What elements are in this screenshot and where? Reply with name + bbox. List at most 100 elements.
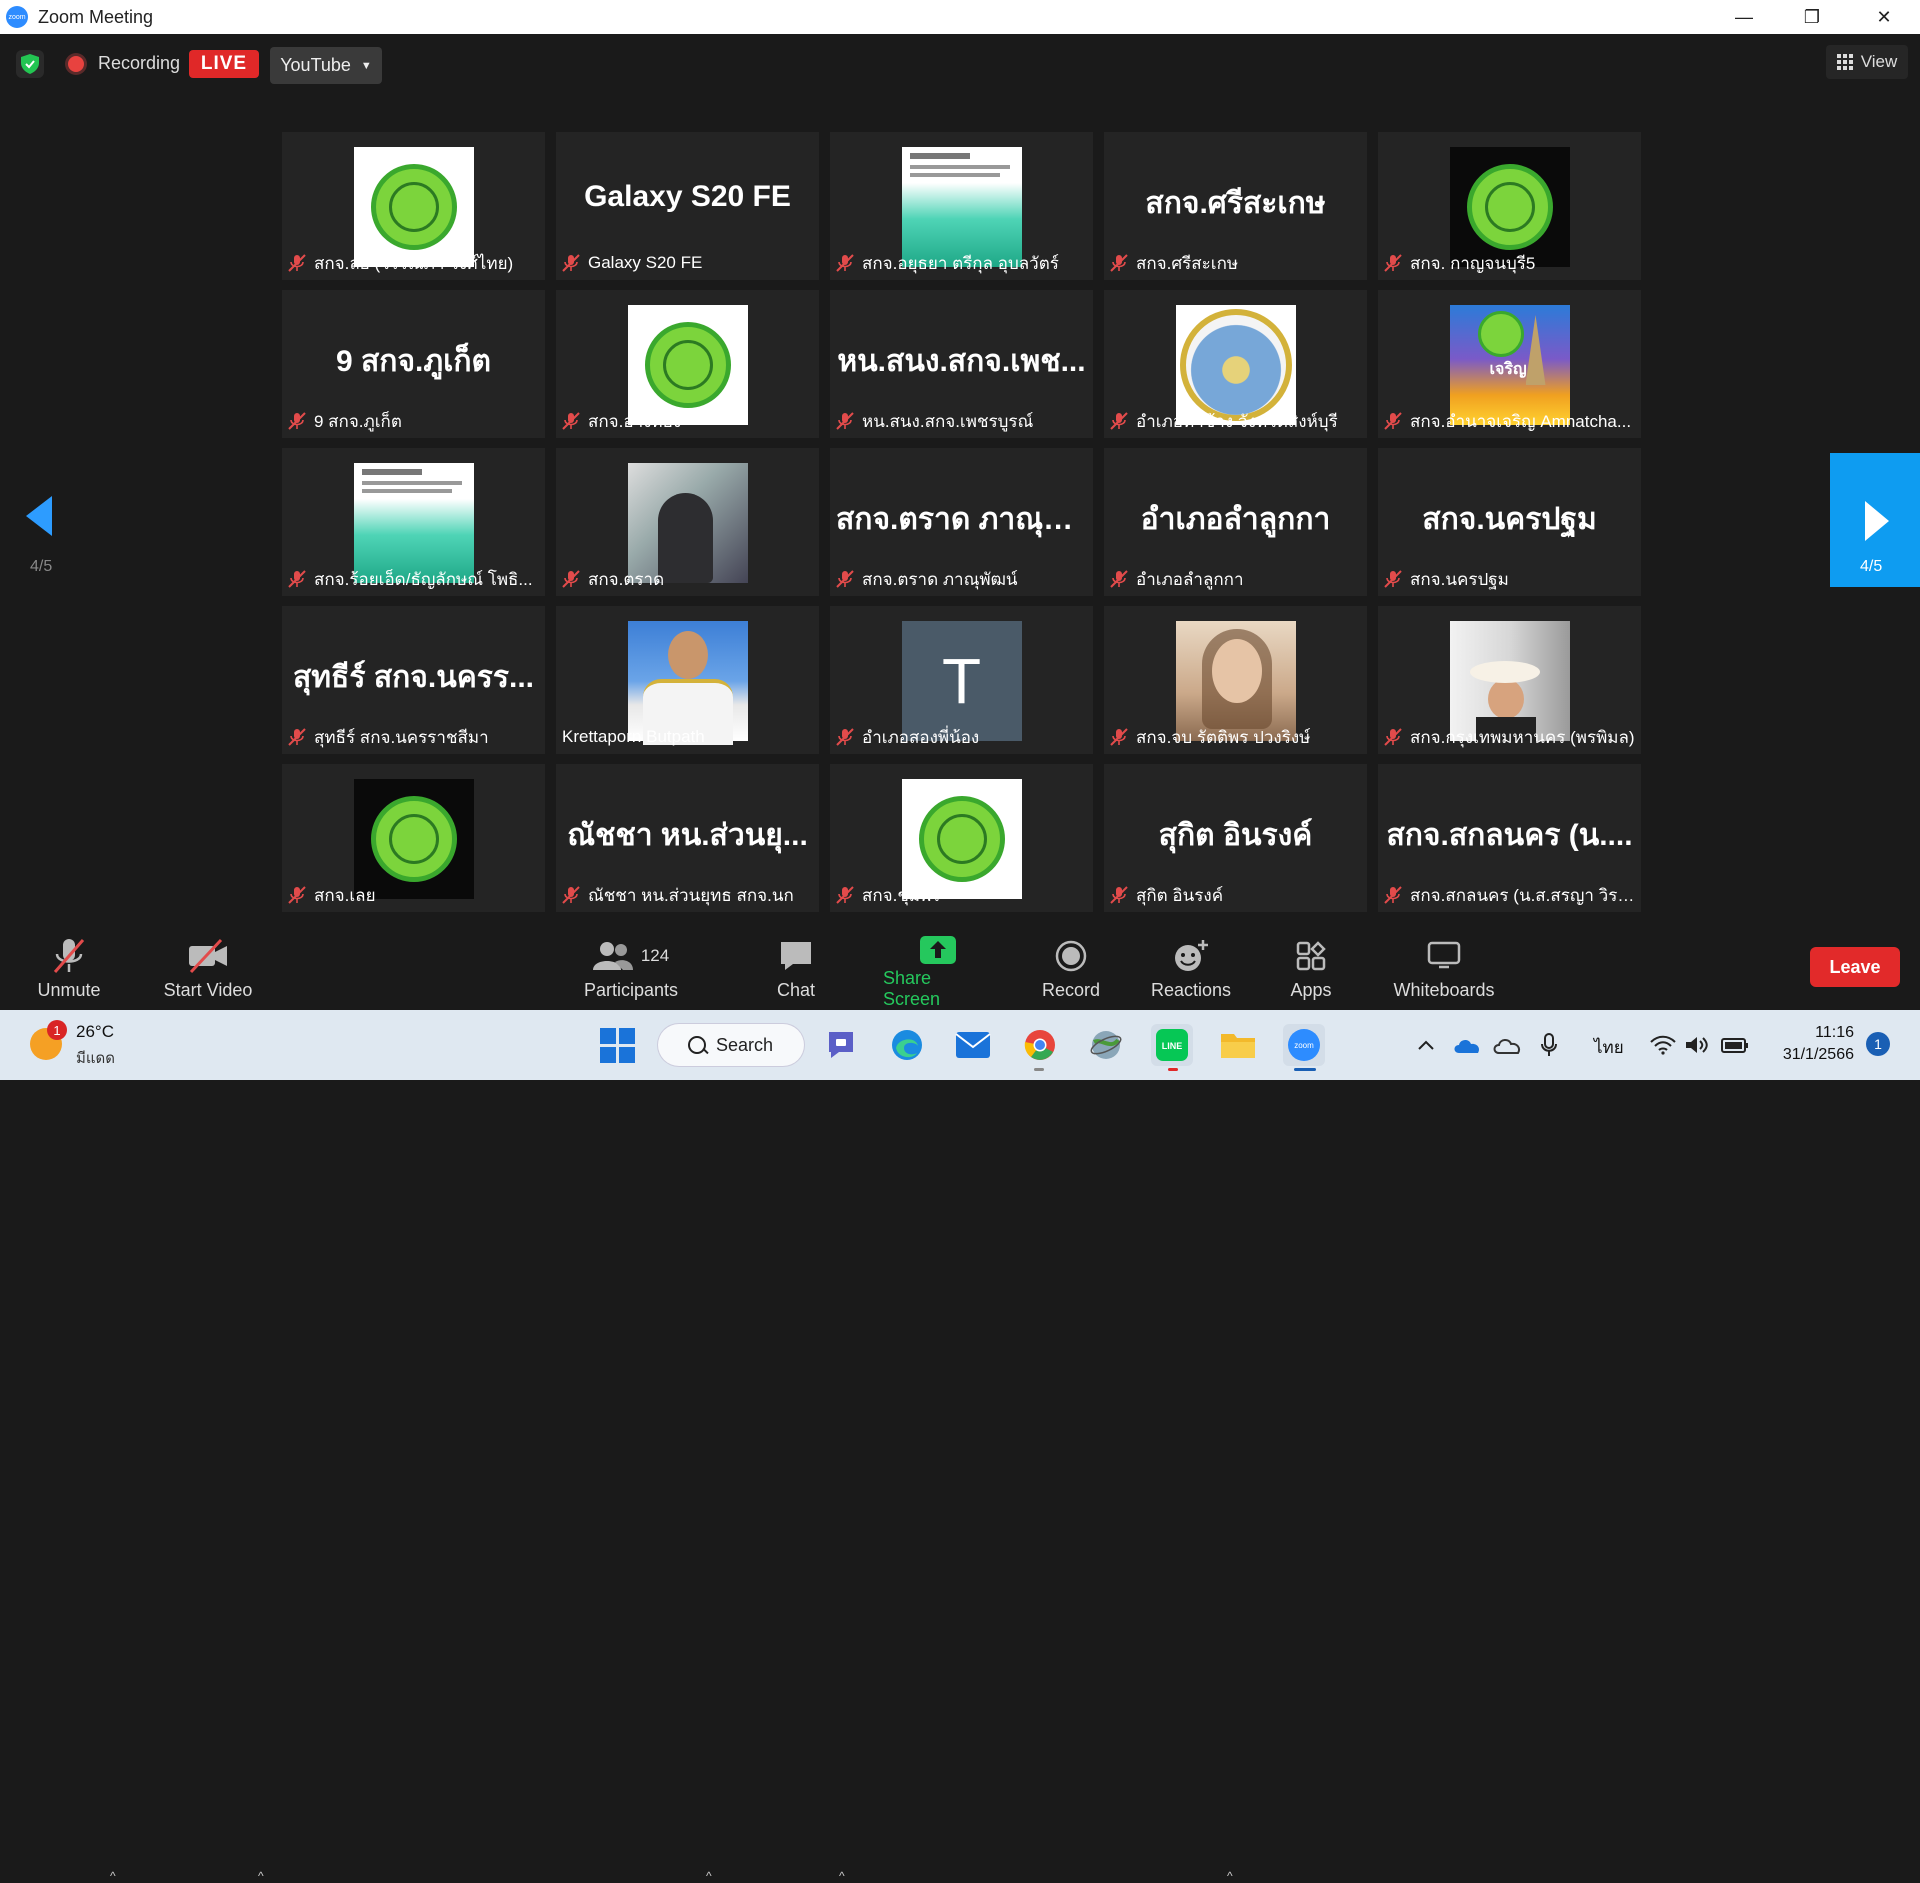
participant-name: สกจ.เลย (314, 885, 376, 905)
participant-tile[interactable]: สกจ.อยุธยา ตรีกุล อุบลวัตร์ (830, 132, 1093, 280)
participant-tile[interactable]: Galaxy S20 FE Galaxy S20 FE (556, 132, 819, 280)
share-screen-label: Share Screen (883, 968, 941, 1009)
leave-button[interactable]: Leave (1810, 947, 1900, 987)
input-language-indicator[interactable]: ไทย (1594, 1034, 1624, 1061)
participant-tile[interactable]: สุกิต อินรงค์ สุกิต อินรงค์ (1104, 764, 1367, 912)
participant-tile[interactable]: 9 สกจ.ภูเก็ต 9 สกจ.ภูเก็ต (282, 290, 545, 438)
participant-tile[interactable]: สกจ. กาญจนบุรี5 (1378, 132, 1641, 280)
video-options-caret-icon[interactable]: ^ (258, 1869, 264, 1883)
participant-display-name: สกจ.สกลนคร (น.... (1386, 819, 1633, 852)
participant-name: สกจ.ร้อยเอ็ด/ธัญลักษณ์ โพธิ... (314, 569, 533, 589)
participant-tile[interactable]: ณัชชา หน.ส่วนยุ... ณัชชา หน.ส่วนยุทธ สกจ.… (556, 764, 819, 912)
participant-tile[interactable]: สกจ.ร้อยเอ็ด/ธัญลักษณ์ โพธิ... (282, 448, 545, 596)
chat-label: Chat (776, 980, 816, 1000)
participant-tile[interactable]: สกจ.เลย (282, 764, 545, 912)
participant-name: สกจ.อยุธยา ตรีกุล อุบลวัตร์ (862, 253, 1059, 273)
battery-icon[interactable] (1718, 1024, 1752, 1066)
taskbar-search[interactable]: Search (658, 1024, 804, 1066)
participant-avatar (627, 621, 748, 745)
participant-name-label: สกจ.สกลนคร (น.ส.สรญา วิรง... (1384, 882, 1635, 908)
restore-button[interactable]: ❐ (1778, 0, 1846, 34)
start-menu-icon[interactable] (596, 1024, 638, 1066)
participant-tile[interactable]: สกจ.ศรีสะเกษ สกจ.ศรีสะเกษ (1104, 132, 1367, 280)
tray-chevron-up-icon[interactable] (1414, 1024, 1438, 1066)
participant-tile[interactable]: อำเภอท่าช้าง จังหวัดสิงห์บุรี (1104, 290, 1367, 438)
audio-options-caret-icon[interactable]: ^ (110, 1869, 116, 1883)
participant-tile[interactable]: อำเภอลำลูกกา อำเภอลำลูกกา (1104, 448, 1367, 596)
record-button[interactable]: Record (1041, 924, 1101, 1010)
recording-icon (68, 56, 84, 72)
participant-name-label: สุกิต อินรงค์ (1110, 882, 1361, 908)
participant-avatar (353, 147, 474, 267)
minimize-button[interactable]: — (1710, 0, 1778, 34)
participant-tile[interactable]: สกจ.ลย (วรรณภา วงศ์ไทย) (282, 132, 545, 280)
chat-caret-icon[interactable]: ^ (839, 1869, 845, 1883)
chrome-running-indicator (1034, 1068, 1044, 1071)
participant-display-name: 9 สกจ.ภูเก็ต (335, 345, 492, 378)
video-off-icon (187, 934, 229, 978)
participant-name-label: อำเภอสองพี่น้อง (836, 724, 1087, 750)
microphone-tray-icon[interactable] (1534, 1024, 1564, 1066)
participant-tile[interactable]: หน.สนง.สกจ.เพช... หน.สนง.สกจ.เพชรบูรณ์ (830, 290, 1093, 438)
participant-tile[interactable]: สกจ.ตราด ภาณุพั... สกจ.ตราด ภาณุพัฒน์ (830, 448, 1093, 596)
microphone-muted-icon (1110, 254, 1128, 272)
participant-tile[interactable]: T อำเภอสองพี่น้อง (830, 606, 1093, 754)
participant-tile[interactable]: สกจ.จบ รัตติพร ปวงริงษ์ (1104, 606, 1367, 754)
weather-condition[interactable]: มีแดด (76, 1046, 115, 1070)
participant-tile[interactable]: สุทธีร์ สกจ.นครร... สุทธีร์ สกจ.นครราชสีม… (282, 606, 545, 754)
view-button[interactable]: View (1826, 45, 1908, 79)
reactions-caret-icon[interactable]: ^ (1227, 1869, 1233, 1883)
file-explorer-icon[interactable] (1217, 1024, 1259, 1066)
participants-button[interactable]: 124 Participants (580, 924, 682, 1010)
globe-app-icon[interactable] (1085, 1024, 1127, 1066)
apps-button[interactable]: Apps (1286, 924, 1336, 1010)
security-shield-icon[interactable] (16, 50, 44, 78)
onedrive-icon[interactable] (1452, 1024, 1482, 1066)
participant-tile[interactable]: สกจ.อ่างทอง (556, 290, 819, 438)
microphone-muted-icon (288, 412, 306, 430)
chrome-icon[interactable] (1019, 1024, 1061, 1066)
start-video-button[interactable]: Start Video (156, 924, 260, 1010)
unmute-button[interactable]: Unmute (28, 924, 110, 1010)
previous-page-arrow-icon[interactable] (26, 496, 52, 536)
participant-tile[interactable]: เจริญ สกจ.อำนาจเจริญ Amnatcha... (1378, 290, 1641, 438)
live-badge[interactable]: LIVE (189, 50, 259, 78)
reactions-button[interactable]: Reactions (1150, 924, 1232, 1010)
mail-icon[interactable] (952, 1024, 994, 1066)
weather-temperature[interactable]: 26°C (76, 1022, 114, 1042)
zoom-logo-icon: zoom (6, 6, 28, 28)
participant-display-name: สกจ.นครปฐม (1422, 503, 1597, 536)
zoom-app-icon[interactable]: zoom (1283, 1024, 1325, 1066)
next-page-arrow-icon[interactable] (1865, 501, 1889, 541)
participant-avatar (901, 147, 1022, 267)
stream-target-dropdown[interactable]: YouTube ▼ (270, 47, 382, 84)
caret-down-icon: ▼ (360, 59, 372, 72)
cloud-icon[interactable] (1492, 1024, 1522, 1066)
volume-icon[interactable] (1682, 1024, 1712, 1066)
participant-name: อำเภอสองพี่น้อง (862, 727, 980, 747)
notification-badge[interactable]: 1 (1866, 1032, 1890, 1056)
chat-icon (779, 934, 813, 978)
participant-tile[interactable]: สกจ.สกลนคร (น.... สกจ.สกลนคร (น.ส.สรญา วิ… (1378, 764, 1641, 912)
system-clock[interactable]: 11:16 31/1/2566 (1768, 1022, 1854, 1066)
participant-tile[interactable]: Krettaporn Butpath (556, 606, 819, 754)
participant-tile[interactable]: สกจ.ชุมพร (830, 764, 1093, 912)
edge-browser-icon[interactable] (886, 1024, 928, 1066)
close-button[interactable]: ✕ (1850, 0, 1918, 34)
microphone-muted-icon (836, 886, 854, 904)
chat-button[interactable]: Chat (770, 924, 822, 1010)
line-app-icon[interactable]: LINE (1151, 1024, 1193, 1066)
wifi-icon[interactable] (1648, 1024, 1678, 1066)
participant-name: ณัชชา หน.ส่วนยุทธ สกจ.นก (588, 885, 794, 905)
participants-caret-icon[interactable]: ^ (706, 1869, 712, 1883)
participant-name: 9 สกจ.ภูเก็ต (314, 411, 402, 431)
share-screen-button[interactable]: Share Screen (883, 924, 993, 1010)
whiteboards-button[interactable]: Whiteboards (1389, 924, 1499, 1010)
participant-tile[interactable]: สกจ.ตราด (556, 448, 819, 596)
microphone-muted-icon (1110, 412, 1128, 430)
participant-tile[interactable]: สกจ.กรุงเทพมหานคร (พรพิมล) (1378, 606, 1641, 754)
reactions-label: Reactions (1150, 980, 1232, 1000)
recording-label[interactable]: Recording (98, 53, 180, 74)
teams-chat-icon[interactable] (820, 1024, 862, 1066)
participant-tile[interactable]: สกจ.นครปฐม สกจ.นครปฐม (1378, 448, 1641, 596)
